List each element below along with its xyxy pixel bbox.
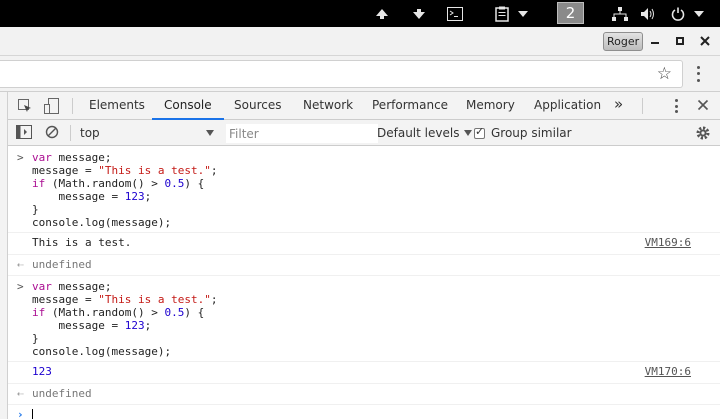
result-text: undefined (32, 258, 92, 271)
result-value: ⇠ undefined (8, 255, 720, 275)
devtools-menu-icon[interactable] (670, 99, 682, 113)
code-line: console.log(message); (32, 216, 172, 229)
group-similar-checkbox[interactable] (474, 125, 485, 139)
os-top-panel: 2 (0, 0, 720, 27)
chevron-right-icon: › (17, 408, 24, 419)
tab-application[interactable]: Application (534, 92, 601, 120)
more-tabs-button[interactable]: » (614, 92, 623, 120)
log-levels-label: Default levels (377, 126, 460, 140)
code-line: message = "This is a test."; (32, 164, 218, 177)
result-value: ⇠ undefined (8, 384, 720, 404)
devtools-tab-bar: Elements Console Sources Network Perform… (8, 92, 720, 120)
browser-menu-icon[interactable] (692, 64, 704, 84)
minimize-icon[interactable] (645, 31, 665, 51)
tab-memory[interactable]: Memory (466, 92, 515, 120)
bookmark-star-icon[interactable]: ☆ (657, 64, 672, 84)
console-log-message: This is a test. VM169:6 (8, 233, 720, 255)
console-result: ⇠ undefined (8, 384, 720, 405)
console-prompt[interactable]: › (8, 405, 720, 419)
device-toolbar-icon[interactable] (44, 98, 60, 117)
console-result: ⇠ undefined (8, 255, 720, 276)
group-similar-label: Group similar (491, 126, 572, 140)
close-icon[interactable] (695, 31, 715, 51)
divider (72, 98, 73, 114)
sidebar-toggle-icon[interactable] (16, 125, 32, 142)
chevron-down-icon (517, 10, 528, 17)
chevron-down-icon (206, 130, 214, 136)
context-selector-value: top (80, 126, 100, 140)
console-input-entry[interactable]: > var message; message = "This is a test… (8, 276, 720, 362)
power-icon[interactable] (667, 0, 707, 27)
clear-console-icon[interactable] (45, 125, 59, 142)
terminal-icon[interactable] (445, 0, 465, 27)
divider (70, 125, 71, 141)
profile-button[interactable]: Roger (603, 32, 644, 51)
code-line: } (32, 332, 39, 345)
code-line: message = "This is a test."; (32, 293, 218, 306)
code-line: var message; (32, 280, 112, 293)
code-line: message = 123; (32, 319, 152, 332)
return-arrow-icon: ⇠ (17, 387, 24, 400)
chevron-down-icon (693, 10, 704, 17)
inspect-element-icon[interactable] (17, 98, 33, 117)
text-cursor (32, 409, 33, 419)
console-output[interactable]: > var message; message = "This is a test… (8, 147, 720, 419)
log-message-text: This is a test. (32, 236, 132, 249)
code-line: if (Math.random() > 0.5) { (32, 177, 205, 190)
code-line: if (Math.random() > 0.5) { (32, 306, 205, 319)
context-selector[interactable]: top (80, 124, 214, 142)
tab-elements[interactable]: Elements (89, 92, 145, 120)
code-line: message = 123; (32, 190, 152, 203)
console-log-message: 123 VM170:6 (8, 362, 720, 384)
code-line: var message; (32, 151, 112, 164)
log-message-text: 123 (32, 365, 52, 378)
log-levels-dropdown[interactable]: Default levels (377, 120, 473, 146)
chevron-right-icon: > (17, 151, 24, 164)
log-source-link[interactable]: VM169:6 (645, 233, 691, 252)
close-devtools-icon[interactable] (697, 99, 709, 114)
maximize-icon[interactable] (670, 31, 690, 51)
clipboard-icon[interactable] (493, 0, 529, 27)
arrow-up-icon[interactable] (372, 0, 392, 27)
workspace-indicator[interactable]: 2 (557, 2, 584, 24)
tab-console[interactable]: Console (152, 92, 224, 120)
network-icon[interactable] (610, 0, 630, 27)
filter-input[interactable] (226, 124, 378, 143)
chevron-right-icon: > (17, 280, 24, 293)
code-line: console.log(message); (32, 345, 172, 358)
tab-performance[interactable]: Performance (372, 92, 448, 120)
address-bar[interactable]: ☆ (0, 60, 683, 88)
code-line: } (32, 203, 39, 216)
console-input-entry[interactable]: > var message; message = "This is a test… (8, 147, 720, 233)
toolbar: ☆ (0, 56, 720, 92)
tab-sources[interactable]: Sources (234, 92, 281, 120)
console-toolbar: top Default levels Group similar (8, 120, 720, 146)
chevron-down-icon (464, 130, 473, 136)
divider (642, 98, 643, 114)
group-similar-toggle[interactable]: Group similar (474, 120, 572, 146)
result-text: undefined (32, 387, 92, 400)
browser-title-bar: Roger (0, 27, 720, 56)
volume-icon[interactable] (638, 0, 658, 27)
devtools-left-gutter (0, 92, 8, 419)
settings-gear-icon[interactable] (695, 125, 711, 144)
arrow-down-icon[interactable] (409, 0, 429, 27)
log-source-link[interactable]: VM170:6 (645, 362, 691, 381)
tab-network[interactable]: Network (303, 92, 353, 120)
return-arrow-icon: ⇠ (17, 258, 24, 271)
